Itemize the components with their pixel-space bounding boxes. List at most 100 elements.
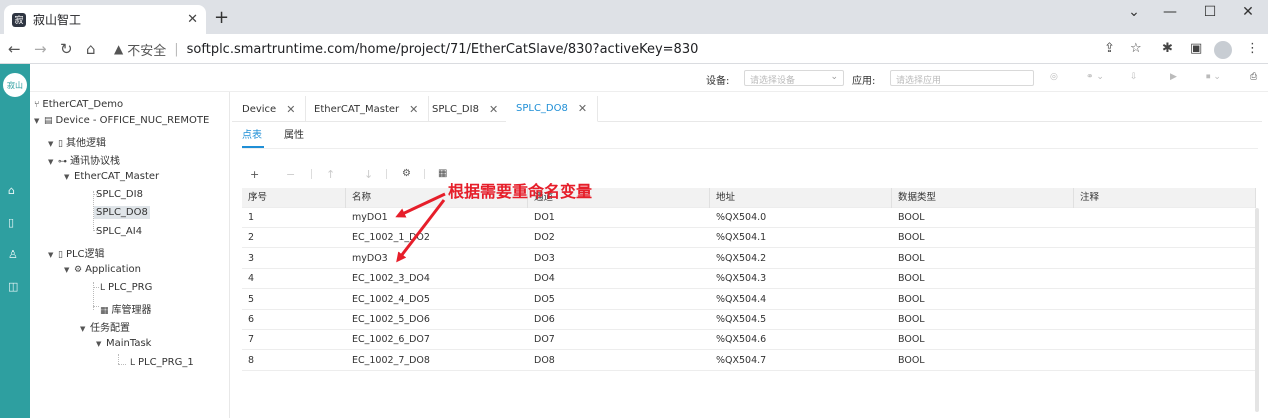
- close-icon[interactable]: ✕: [489, 103, 498, 116]
- table-cell[interactable]: EC_1002_3_DO4: [346, 269, 528, 289]
- arrow-up-icon[interactable]: ↑: [326, 168, 335, 181]
- column-header[interactable]: 注释: [1074, 188, 1256, 208]
- table-row[interactable]: 2 EC_1002_1_DO2 DO2 %QX504.1 BOOL: [242, 228, 1256, 249]
- tree-node-comm[interactable]: ▼ ⊶ 通讯协议栈: [48, 152, 120, 167]
- table-row[interactable]: 5 EC_1002_4_DO5 DO5 %QX504.4 BOOL: [242, 290, 1256, 310]
- table-row[interactable]: 6 EC_1002_5_DO6 DO6 %QX504.5 BOOL: [242, 310, 1256, 330]
- table-row[interactable]: 8 EC_1002_7_DO8 DO8 %QX504.7 BOOL: [242, 351, 1256, 371]
- table-row[interactable]: 3 myDO3 DO3 %QX504.2 BOOL: [242, 249, 1256, 269]
- tree-node-task-config[interactable]: ▼ 任务配置: [80, 319, 130, 334]
- package-icon[interactable]: ◫: [8, 280, 18, 293]
- tab-search-icon[interactable]: ⌄: [1114, 4, 1154, 20]
- tab-points[interactable]: 点表: [242, 126, 262, 141]
- caret-down-icon[interactable]: ▼: [48, 158, 58, 166]
- caret-down-icon[interactable]: ▼: [64, 266, 74, 274]
- share-icon[interactable]: ⇪: [1104, 41, 1115, 56]
- home-icon[interactable]: ⌂: [8, 184, 15, 197]
- menu-icon[interactable]: ⋮: [1246, 41, 1259, 56]
- column-header[interactable]: 地址: [710, 188, 892, 208]
- browser-tab[interactable]: 寂 寂山智工 ✕: [4, 5, 206, 34]
- table-cell[interactable]: EC_1002_6_DO7: [346, 330, 528, 350]
- tree-node-plc-prg-1[interactable]: L PLC_PRG_1: [130, 357, 194, 368]
- play-icon[interactable]: ▶: [1170, 72, 1177, 82]
- stop-icon[interactable]: ⏹ ⌄: [1206, 72, 1221, 82]
- caret-down-icon[interactable]: ▼: [34, 117, 44, 125]
- bookmark-icon[interactable]: ☆: [1130, 41, 1142, 56]
- app-toolbar: 设备: 请选择设备 ⌄ 应用: 请选择应用 ◎ ⚭ ⌄ ⇩ ▶ ⏹ ⌄ ⎙: [30, 64, 1268, 92]
- tree-node-main-task[interactable]: ▼ MainTask: [96, 338, 151, 349]
- close-icon[interactable]: ✕: [286, 103, 295, 116]
- app-select[interactable]: 请选择应用: [890, 70, 1034, 86]
- users-icon[interactable]: ♙: [8, 248, 18, 261]
- caret-down-icon[interactable]: ▼: [64, 173, 74, 181]
- profile-avatar[interactable]: [1214, 41, 1232, 59]
- insecure-label[interactable]: 不安全: [127, 40, 166, 59]
- maximize-icon[interactable]: ☐: [1190, 4, 1230, 20]
- caret-down-icon[interactable]: ▼: [96, 340, 106, 348]
- table-cell: 8: [248, 354, 255, 366]
- tab-properties[interactable]: 属性: [284, 126, 304, 141]
- device-select[interactable]: 请选择设备 ⌄: [744, 70, 844, 86]
- annotation-text: 根据需要重命名变量: [448, 182, 593, 201]
- tree-node-plc-prg[interactable]: L PLC_PRG: [100, 282, 152, 293]
- tree-guide: [118, 354, 119, 364]
- tree-node-application[interactable]: ▼ ⚙ Application: [64, 264, 141, 275]
- link-icon[interactable]: ⚭ ⌄: [1086, 72, 1104, 82]
- tab-ethercat-master[interactable]: EtherCAT_Master ✕: [304, 96, 430, 122]
- gear-icon[interactable]: ⚙: [402, 168, 411, 179]
- column-header[interactable]: 数据类型: [892, 188, 1074, 208]
- table-cell[interactable]: EC_1002_4_DO5: [346, 290, 528, 310]
- table-cell[interactable]: EC_1002_7_DO8: [346, 351, 528, 371]
- side-panel-icon[interactable]: ▣: [1190, 41, 1202, 56]
- table-cell: DO4: [534, 273, 555, 285]
- table-cell[interactable]: EC_1002_1_DO2: [346, 228, 528, 248]
- tree-node-device[interactable]: ▼ ▤ Device - OFFICE_NUC_REMOTE: [34, 115, 209, 126]
- tab-splc-di8[interactable]: SPLC_DI8 ✕: [422, 96, 510, 122]
- caret-down-icon[interactable]: ▼: [48, 140, 58, 148]
- table-cell[interactable]: EC_1002_5_DO6: [346, 310, 528, 330]
- document-icon[interactable]: ▯: [8, 216, 14, 229]
- window-close-icon[interactable]: ✕: [1228, 4, 1268, 20]
- tree-node-splc-do8[interactable]: SPLC_DO8: [94, 206, 150, 219]
- tree-node-ethercat-master[interactable]: ▼ EtherCAT_Master: [64, 171, 159, 182]
- close-icon[interactable]: ✕: [578, 102, 587, 115]
- download-icon[interactable]: ⇩: [1130, 72, 1138, 82]
- tab-device[interactable]: Device ✕: [232, 96, 307, 122]
- table-cell[interactable]: myDO3: [346, 249, 528, 269]
- table-row[interactable]: 7 EC_1002_6_DO7 DO7 %QX504.6 BOOL: [242, 330, 1256, 351]
- close-icon[interactable]: ✕: [187, 12, 198, 27]
- forward-icon[interactable]: →: [34, 40, 47, 58]
- minimize-icon[interactable]: —: [1150, 4, 1190, 20]
- tab-splc-do8[interactable]: SPLC_DO8 ✕: [506, 96, 599, 122]
- extensions-icon[interactable]: ✱: [1162, 41, 1173, 56]
- reload-icon[interactable]: ↻: [60, 40, 73, 58]
- tree-node-root[interactable]: ⑂ EtherCAT_Demo: [34, 99, 123, 110]
- tree-node-splc-di8[interactable]: SPLC_DI8: [96, 189, 143, 200]
- plus-icon[interactable]: +: [250, 168, 259, 181]
- arrow-down-icon[interactable]: ↓: [364, 168, 373, 181]
- table-row[interactable]: 4 EC_1002_3_DO4 DO4 %QX504.3 BOOL: [242, 269, 1256, 290]
- table-row[interactable]: 1 myDO1 DO1 %QX504.0 BOOL: [242, 208, 1256, 228]
- url-text[interactable]: softplc.smartruntime.com/home/project/71…: [187, 42, 699, 57]
- home-icon[interactable]: ⌂: [86, 40, 96, 58]
- browser-tab-title: 寂山智工: [33, 13, 82, 27]
- url-bar[interactable]: ▲ 不安全 | softplc.smartruntime.com/home/pr…: [114, 38, 1084, 60]
- column-header[interactable]: 序号: [242, 188, 346, 208]
- caret-down-icon[interactable]: ▼: [48, 251, 58, 259]
- table-cell: DO3: [534, 252, 555, 264]
- caret-down-icon[interactable]: ▼: [80, 325, 90, 333]
- close-icon[interactable]: ✕: [409, 103, 418, 116]
- table-cell[interactable]: myDO1: [346, 208, 528, 228]
- grid-icon[interactable]: ▦: [438, 168, 447, 179]
- warning-icon[interactable]: ▲: [114, 42, 123, 56]
- tree-node-other-logic[interactable]: ▼ ▯ 其他逻辑: [48, 134, 106, 149]
- tree-node-plc-logic[interactable]: ▼ ▯ PLC逻辑: [48, 245, 105, 260]
- minus-icon[interactable]: −: [286, 168, 295, 181]
- new-tab-icon[interactable]: +: [214, 7, 229, 28]
- tree-node-splc-ai4[interactable]: SPLC_AI4: [96, 226, 142, 237]
- table-scrollbar[interactable]: [1255, 208, 1259, 412]
- back-icon[interactable]: ←: [8, 40, 21, 58]
- connect-icon[interactable]: ◎: [1050, 72, 1058, 82]
- save-icon[interactable]: ⎙: [1250, 72, 1257, 82]
- tree-node-lib-manager[interactable]: ▦ 库管理器: [100, 301, 152, 316]
